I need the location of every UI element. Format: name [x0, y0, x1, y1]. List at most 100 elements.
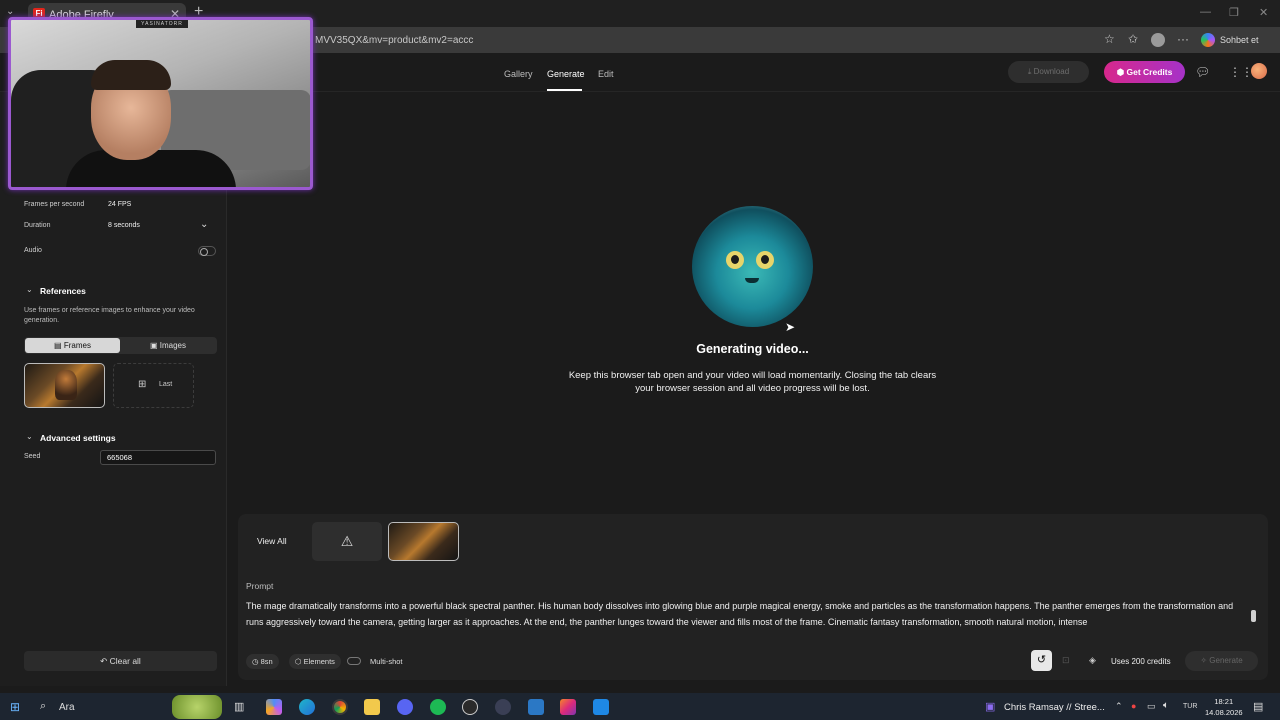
clock-time: 18:21: [1214, 697, 1234, 706]
generating-status-message: Keep this browser tab open and your vide…: [568, 370, 937, 394]
duration-value: 8 seconds: [108, 222, 140, 229]
view-all-button[interactable]: View All: [257, 536, 287, 546]
more-options-icon[interactable]: ···: [1177, 32, 1189, 46]
duration-pill[interactable]: ◷ 8sn: [246, 654, 279, 669]
obs-studio-icon[interactable]: [462, 699, 478, 715]
download-label: Download: [1033, 67, 1070, 76]
get-credits-label: Get Credits: [1126, 67, 1173, 77]
app-circle-icon[interactable]: [495, 699, 511, 715]
nav-gallery[interactable]: Gallery: [504, 69, 533, 79]
network-icon[interactable]: ▭: [1147, 701, 1156, 712]
seed-label: Seed: [24, 453, 41, 460]
frames-tab-label: Frames: [63, 341, 91, 350]
audio-toggle[interactable]: [198, 246, 216, 256]
photos-app-icon[interactable]: [593, 699, 609, 715]
undo-icon: ↶: [100, 656, 110, 666]
aspect-ratio-icon[interactable]: ⊡: [1062, 655, 1070, 666]
get-credits-button[interactable]: ⬢ Get Credits: [1104, 61, 1185, 83]
tab-list-chevron-icon[interactable]: ⌄: [6, 6, 14, 17]
taskbar-clock[interactable]: 18:21 14.08.2026: [1205, 696, 1243, 718]
history-icon: ↺: [1036, 654, 1047, 666]
last-frame-dropzone[interactable]: ⊞ Last: [113, 363, 194, 408]
instagram-icon[interactable]: [560, 699, 576, 715]
task-view-icon[interactable]: ▥: [234, 700, 244, 713]
taskbar-search-label[interactable]: Ara: [59, 702, 75, 713]
copilot-chat-label[interactable]: Sohbet et: [1220, 35, 1259, 45]
user-avatar[interactable]: [1251, 63, 1267, 79]
duration-select[interactable]: 8 seconds ⌄: [102, 218, 216, 234]
history-button[interactable]: ↺: [1031, 650, 1052, 671]
fps-label: Frames per second: [24, 201, 85, 208]
prompt-scrollbar[interactable]: [1251, 610, 1256, 622]
warning-icon: ⚠: [340, 533, 354, 549]
elements-pill[interactable]: ⬡ Elements: [289, 654, 341, 669]
copilot-icon[interactable]: [1201, 33, 1215, 47]
webcam-person-hair: [91, 60, 171, 90]
feedback-chat-icon[interactable]: 💬︎: [1195, 65, 1210, 79]
favorite-star-icon[interactable]: ☆: [1104, 32, 1115, 46]
file-explorer-icon[interactable]: [364, 699, 380, 715]
favorites-collection-icon[interactable]: ✩: [1128, 32, 1138, 46]
credits-icon: ⬢: [1116, 67, 1127, 77]
restore-icon[interactable]: ❐: [1229, 6, 1239, 19]
clear-all-button[interactable]: ↶ Clear all: [24, 651, 217, 671]
windows-start-icon[interactable]: ⊞: [10, 700, 20, 714]
multi-shot-toggle[interactable]: [347, 657, 361, 665]
generate-button[interactable]: ✧ Generate: [1185, 651, 1258, 671]
clock-icon: ◷: [252, 657, 261, 666]
twitch-icon[interactable]: ▣: [985, 700, 995, 713]
edge-browser-icon[interactable]: [299, 699, 315, 715]
references-description: Use frames or reference images to enhanc…: [24, 307, 195, 324]
clock-date: 14.08.2026: [1205, 708, 1243, 717]
nav-generate[interactable]: Generate: [547, 69, 585, 79]
first-frame-thumbnail[interactable]: [24, 363, 105, 408]
generating-status-title: Generating video...: [696, 342, 809, 356]
tray-app-icon[interactable]: ●: [1131, 701, 1136, 711]
volume-icon[interactable]: 🔈︎: [1163, 700, 1169, 711]
close-window-icon[interactable]: ✕: [1259, 6, 1268, 19]
images-tab[interactable]: ▣ Images: [120, 338, 216, 353]
search-icon[interactable]: ⌕: [40, 700, 46, 713]
address-bar-url[interactable]: MVV35QX&mv=product&mv2=accc: [315, 35, 473, 46]
frames-tab[interactable]: ▤ Frames: [25, 338, 120, 353]
generation-thumbnail[interactable]: [388, 522, 459, 561]
cube-icon: ⬡: [295, 657, 304, 666]
collapse-chevron-icon[interactable]: ⌄: [26, 432, 33, 441]
media-player-icon[interactable]: [528, 699, 544, 715]
advanced-settings-heading[interactable]: Advanced settings: [40, 433, 116, 443]
show-hidden-icons-chevron-icon[interactable]: ⌃: [1115, 701, 1123, 712]
reference-type-segmented-control: ▤ Frames ▣ Images: [24, 337, 217, 354]
generate-label: Generate: [1209, 656, 1243, 665]
app-switcher-grid-icon[interactable]: ⋮⋮: [1229, 65, 1253, 79]
discord-icon[interactable]: [397, 699, 413, 715]
seed-input[interactable]: 665068: [100, 450, 216, 465]
now-playing-label[interactable]: Chris Ramsay // Stree...: [1004, 702, 1105, 713]
search-highlight-image[interactable]: [172, 695, 222, 719]
multi-shot-label: Multi-shot: [370, 657, 403, 666]
film-frames-icon: ▤: [54, 341, 64, 350]
webcam-person-body: [66, 150, 236, 187]
input-language[interactable]: TUR: [1183, 703, 1197, 710]
nav-edit[interactable]: Edit: [598, 69, 614, 79]
failed-generation-thumbnail[interactable]: ⚠: [312, 522, 382, 561]
active-nav-underline: [547, 89, 582, 91]
chrome-browser-icon[interactable]: [332, 699, 348, 715]
prompt-textarea[interactable]: The mage dramatically transforms into a …: [246, 598, 1246, 630]
minimize-icon[interactable]: —: [1200, 6, 1211, 18]
elements-pill-label: Elements: [303, 657, 335, 666]
copilot-app-icon[interactable]: [266, 699, 282, 715]
spotify-icon[interactable]: [430, 699, 446, 715]
duration-label: Duration: [24, 222, 51, 229]
browser-profile-icon[interactable]: [1151, 33, 1165, 47]
notifications-icon[interactable]: ▤: [1253, 700, 1263, 713]
mouse-cursor-icon: ➤: [785, 320, 796, 334]
download-button[interactable]: ⤓ Download: [1008, 61, 1089, 83]
sparkle-icon: ✧: [1200, 656, 1210, 665]
fps-value[interactable]: 24 FPS: [108, 201, 131, 208]
firefly-mascot-image: [692, 206, 813, 327]
credits-usage-text: Uses 200 credits: [1111, 657, 1171, 666]
collapse-chevron-icon[interactable]: ⌄: [26, 285, 33, 294]
references-heading[interactable]: References: [40, 286, 86, 296]
images-icon: ▣: [149, 341, 160, 350]
audio-label: Audio: [24, 247, 42, 254]
